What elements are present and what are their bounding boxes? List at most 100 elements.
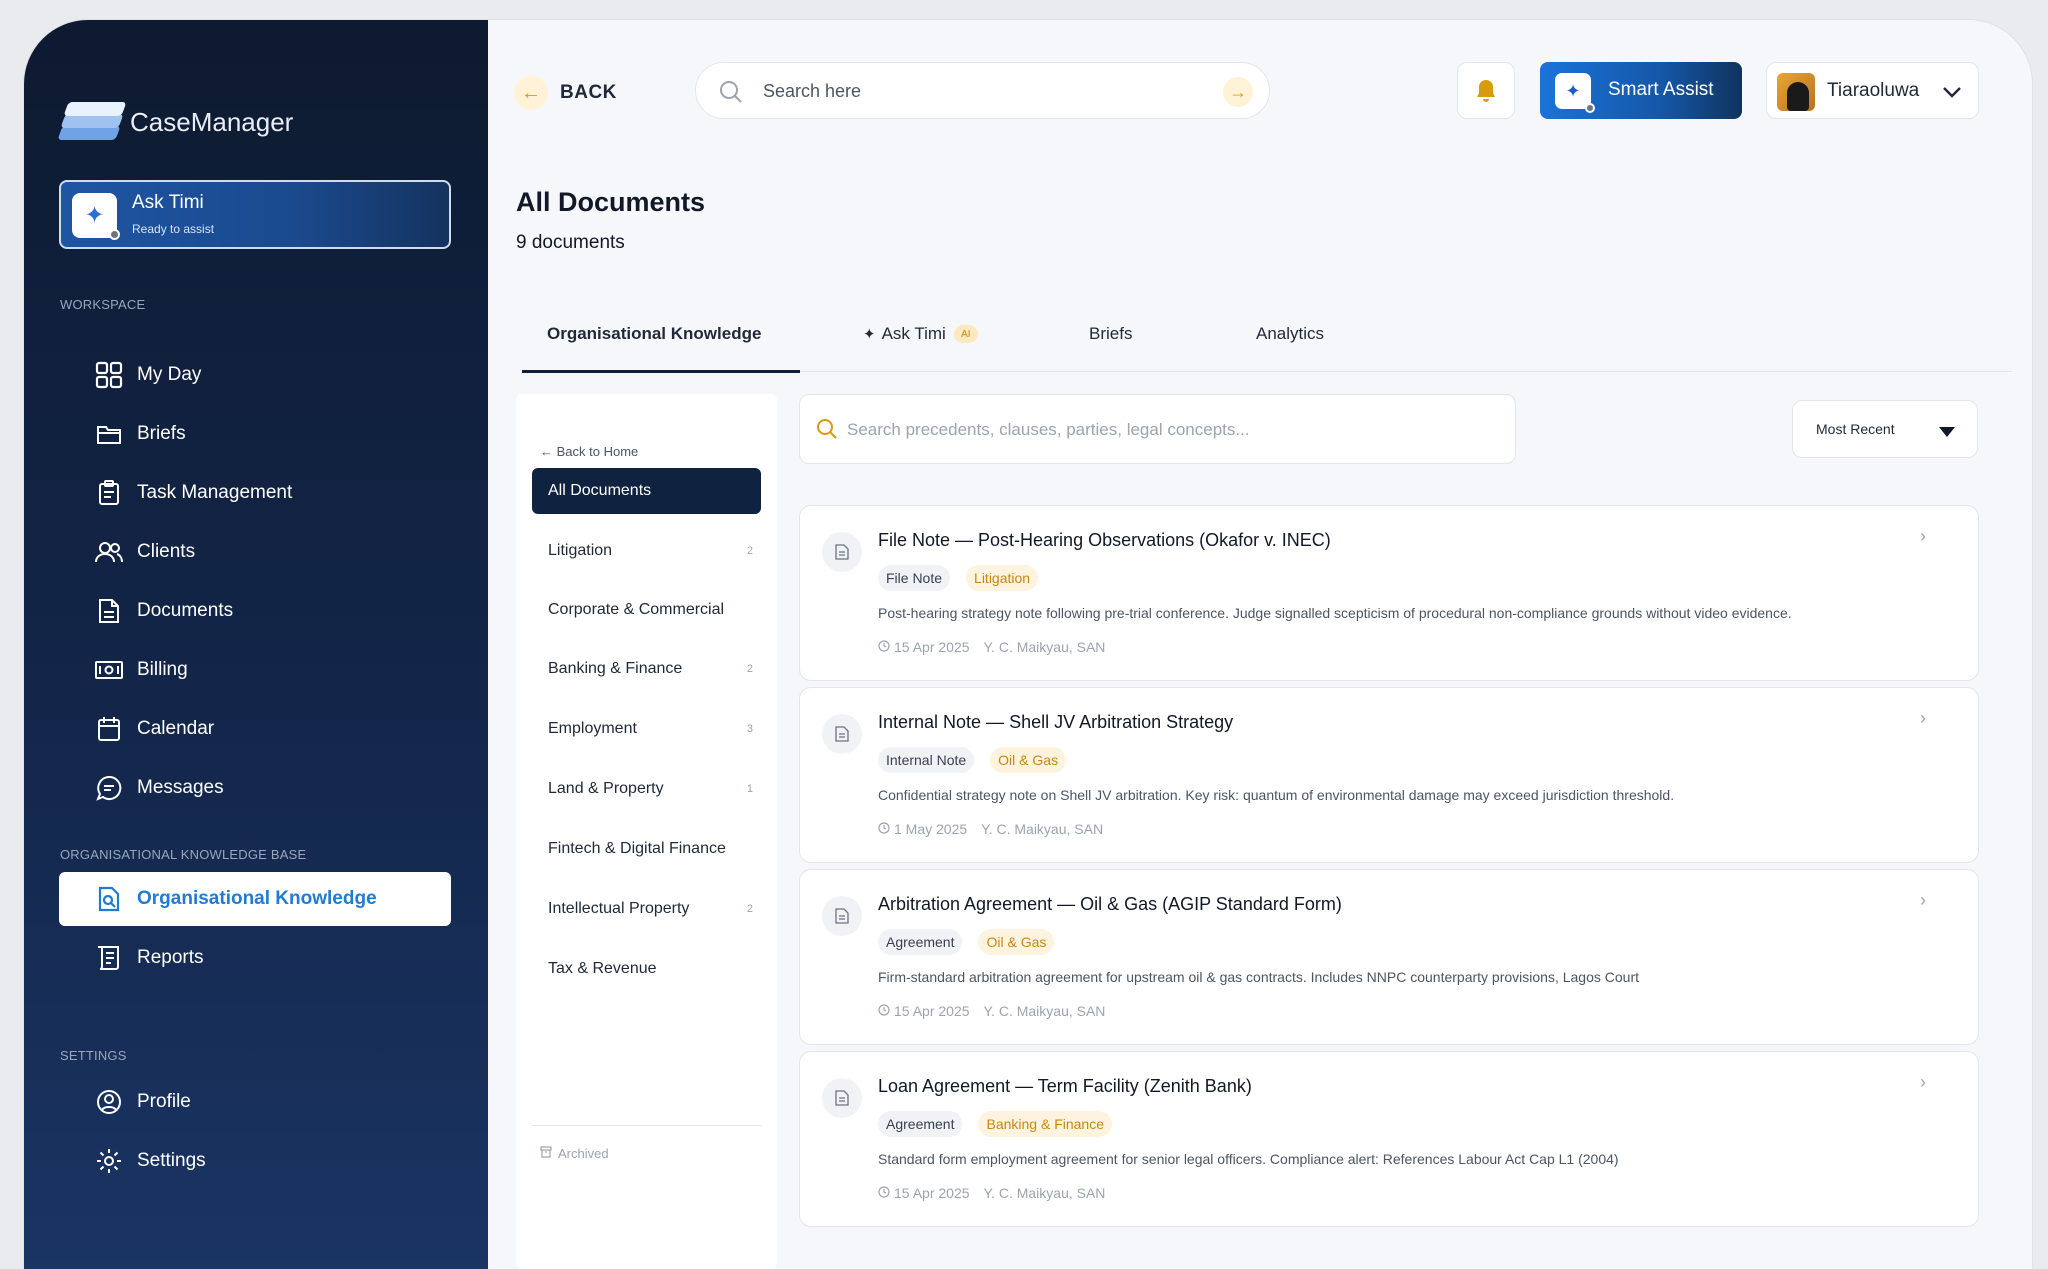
sidebar-item-label: Task Management (137, 482, 293, 503)
document-card[interactable]: Loan Agreement — Term Facility (Zenith B… (799, 1051, 1979, 1227)
status-dot (109, 229, 120, 240)
document-type-badge: Agreement (878, 1111, 963, 1137)
app-window: CaseManager ✦ Ask Timi Ready to assist W… (24, 20, 2032, 1269)
document-card[interactable]: File Note — Post-Hearing Observations (O… (799, 505, 1979, 681)
profile-icon (95, 1088, 123, 1116)
filter-label: Corporate & Commercial (548, 601, 725, 618)
document-card[interactable]: Internal Note — Shell JV Arbitration Str… (799, 687, 1979, 863)
status-dot (1585, 103, 1595, 113)
document-date: 15 Apr 2025 (894, 1003, 970, 1019)
ask-timi-button[interactable]: ✦ Ask Timi Ready to assist (59, 180, 451, 249)
filter-label: Fintech & Digital Finance (548, 840, 726, 857)
clock-icon (878, 821, 890, 837)
tab-bar: Organisational Knowledge ✦ Ask Timi AI B… (522, 320, 2012, 373)
file-icon (822, 1078, 862, 1118)
filter-intellectual-property[interactable]: Intellectual Property 2 (532, 886, 761, 932)
chevron-right-icon[interactable]: › (1920, 708, 1926, 729)
filter-label: Banking & Finance (548, 660, 683, 677)
folder-icon (95, 420, 123, 448)
sort-select[interactable]: Most Recent (1792, 400, 1978, 458)
arrow-right-icon[interactable]: → (1223, 77, 1253, 107)
divider (532, 1125, 761, 1126)
sidebar-item-profile[interactable]: Profile (59, 1075, 451, 1129)
sidebar-item-messages[interactable]: Messages (59, 761, 451, 815)
document-search[interactable]: Search precedents, clauses, parties, leg… (799, 394, 1516, 464)
sidebar-item-documents[interactable]: Documents (59, 584, 451, 638)
document-search-input[interactable]: Search precedents, clauses, parties, leg… (847, 420, 1250, 440)
notifications-button[interactable] (1457, 62, 1515, 119)
sidebar-item-label: Billing (137, 659, 188, 680)
clock-icon (878, 639, 890, 655)
document-count: 9 documents (516, 232, 625, 253)
sidebar-item-billing[interactable]: Billing (59, 643, 451, 697)
filter-corporate-commercial[interactable]: Corporate & Commercial (532, 587, 761, 633)
sidebar-item-label: My Day (137, 364, 202, 385)
tab-briefs[interactable]: Briefs (1089, 324, 1132, 344)
document-date: 1 May 2025 (894, 821, 968, 837)
sidebar-item-label: Reports (137, 947, 204, 968)
tab-label: Analytics (1256, 324, 1325, 343)
sparkle-icon: ✦ (863, 326, 876, 343)
document-type-badge: File Note (878, 565, 951, 591)
global-search[interactable]: Search here → (695, 62, 1270, 119)
avatar (1777, 73, 1815, 111)
workspace-section-label: WORKSPACE (60, 297, 146, 312)
document-date: 15 Apr 2025 (894, 1185, 970, 1201)
document-date: 15 Apr 2025 (894, 639, 970, 655)
filter-fintech-digital-finance[interactable]: Fintech & Digital Finance (532, 826, 761, 872)
sidebar-item-reports[interactable]: Reports (59, 931, 451, 985)
file-icon (822, 532, 862, 572)
document-category-badge: Litigation (966, 565, 1039, 591)
document-description: Firm-standard arbitration agreement for … (878, 969, 1640, 985)
document-card[interactable]: Arbitration Agreement — Oil & Gas (AGIP … (799, 869, 1979, 1045)
back-to-home-link[interactable]: ← Back to Home (540, 444, 638, 459)
filter-employment[interactable]: Employment 3 (532, 706, 761, 752)
tab-ask-timi[interactable]: ✦ Ask Timi AI (863, 324, 978, 344)
document-author: Y. C. Maikyau, SAN (983, 1185, 1106, 1201)
archive-icon (540, 1146, 552, 1161)
sidebar-item-label: Profile (137, 1091, 191, 1112)
back-button[interactable]: ← BACK (514, 76, 617, 110)
chevron-right-icon[interactable]: › (1920, 890, 1926, 911)
sidebar-item-label: Messages (137, 777, 224, 798)
category-filter-panel: ← Back to Home All Documents Litigation … (516, 394, 777, 1269)
smart-assist-label: Smart Assist (1608, 79, 1714, 100)
filter-label: Tax & Revenue (548, 960, 657, 977)
caret-down-icon (1939, 424, 1955, 442)
document-title: Loan Agreement — Term Facility (Zenith B… (878, 1076, 1252, 1096)
archived-link[interactable]: Archived (540, 1146, 609, 1161)
tab-label: Ask Timi (881, 324, 946, 343)
sidebar-item-label: Settings (137, 1150, 206, 1171)
tab-analytics[interactable]: Analytics (1256, 324, 1324, 344)
chevron-right-icon[interactable]: › (1920, 526, 1926, 547)
knowledge-base-section-label: ORGANISATIONAL KNOWLEDGE BASE (60, 847, 307, 862)
document-type-badge: Agreement (878, 929, 963, 955)
filter-label: All Documents (548, 482, 652, 499)
filter-label: Employment (548, 720, 637, 737)
app-logo[interactable]: CaseManager (57, 100, 293, 144)
smart-assist-button[interactable]: ✦ Smart Assist (1540, 62, 1742, 119)
search-icon (816, 418, 838, 445)
filter-land-property[interactable]: Land & Property 1 (532, 766, 761, 812)
search-input[interactable]: Search here (763, 81, 861, 102)
filter-banking-finance[interactable]: Banking & Finance 2 (532, 646, 761, 692)
document-description: Confidential strategy note on Shell JV a… (878, 787, 1675, 803)
sidebar-item-task-management[interactable]: Task Management (59, 466, 451, 520)
sidebar-item-briefs[interactable]: Briefs (59, 407, 451, 461)
sidebar-item-clients[interactable]: Clients (59, 525, 451, 579)
filter-litigation[interactable]: Litigation 2 (532, 528, 761, 574)
chevron-right-icon[interactable]: › (1920, 1072, 1926, 1093)
document-description: Standard form employment agreement for s… (878, 1151, 1619, 1167)
filter-all-documents[interactable]: All Documents (532, 468, 761, 514)
filter-count: 2 (746, 903, 753, 915)
arrow-left-icon: ← (514, 76, 548, 110)
user-menu[interactable]: Tiaraoluwa (1766, 62, 1979, 119)
knowledge-icon (95, 885, 123, 913)
sidebar-item-settings[interactable]: Settings (59, 1134, 451, 1188)
sidebar-item-organisational-knowledge[interactable]: Organisational Knowledge (59, 872, 451, 926)
sidebar-item-my-day[interactable]: My Day (59, 348, 451, 402)
sidebar-item-calendar[interactable]: Calendar (59, 702, 451, 756)
document-author: Y. C. Maikyau, SAN (983, 1003, 1106, 1019)
filter-tax-revenue[interactable]: Tax & Revenue (532, 946, 761, 992)
tab-organisational-knowledge[interactable]: Organisational Knowledge (547, 324, 761, 344)
